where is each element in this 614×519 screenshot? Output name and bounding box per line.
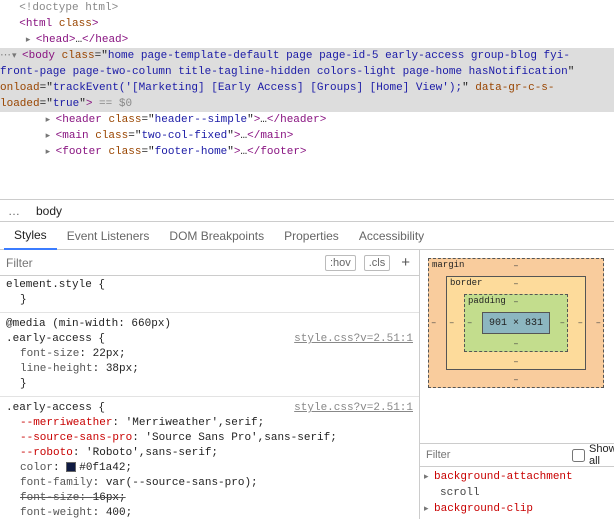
expand-arrow-icon[interactable] [12,48,22,64]
dom-line-header[interactable]: <header class="header--simple">…</header… [0,112,614,128]
show-all-checkbox[interactable] [572,449,585,462]
computed-row[interactable]: background-clip [424,501,610,517]
computed-pane: margin –––– border –––– padding –––– 901… [420,250,614,519]
rule-close: } [6,377,413,392]
source-link-2[interactable]: style.css?v=2.51:1 [294,401,413,416]
computed-list: background-attachment scroll background-… [420,467,614,519]
box-model[interactable]: margin –––– border –––– padding –––– 901… [420,250,614,443]
expand-arrow-icon[interactable] [46,144,56,160]
styles-filter-input[interactable] [6,256,317,270]
computed-value: scroll [424,485,610,501]
decl-2a[interactable]: --merriweather: 'Merriweather',serif; [6,416,413,431]
decl-2b[interactable]: --source-sans-pro: 'Source Sans Pro',san… [6,431,413,446]
computed-filter-input[interactable] [426,449,568,461]
expand-arrow-icon[interactable] [46,112,56,128]
dom-line-footer[interactable]: <footer class="footer-home">…</footer> [0,144,614,160]
hov-toggle[interactable]: :hov [325,255,356,271]
decl-2g[interactable]: font-weight: 400; [6,506,413,519]
tab-event-listeners[interactable]: Event Listeners [57,223,160,249]
tab-properties[interactable]: Properties [274,223,349,249]
tab-styles[interactable]: Styles [4,222,57,250]
expand-arrow-icon[interactable] [424,469,434,485]
computed-filter-bar: Show all [420,443,614,467]
breadcrumb: … body [0,200,614,222]
tab-accessibility[interactable]: Accessibility [349,223,434,249]
rule-selector-1[interactable]: .early-access {style.css?v=2.51:1 [6,332,413,347]
breadcrumb-more[interactable]: … [0,204,28,218]
source-link-1[interactable]: style.css?v=2.51:1 [294,332,413,347]
rule-media[interactable]: @media (min-width: 660px) [6,317,413,332]
decl-2f[interactable]: font-size: 16px; [6,491,413,506]
computed-row[interactable]: background-attachment [424,469,610,485]
box-model-content[interactable]: 901 × 831 [482,312,550,334]
rule-selector-2[interactable]: .early-access {style.css?v=2.51:1 [6,401,413,416]
expand-arrow-icon[interactable] [46,128,56,144]
new-style-rule-button[interactable]: + [398,254,413,271]
expand-arrow-icon[interactable] [26,32,36,48]
styles-pane: :hov .cls + element.style { } @media (mi… [0,250,420,519]
decl-2d[interactable]: color: #0f1a42; [6,461,413,476]
styles-tabs: Styles Event Listeners DOM Breakpoints P… [0,222,614,250]
dom-line-main[interactable]: <main class="two-col-fixed">…</main> [0,128,614,144]
rule-close: } [6,293,413,308]
decl-2e[interactable]: font-family: var(--source-sans-pro); [6,476,413,491]
dom-line-head[interactable]: <head>…</head> [0,32,614,48]
breadcrumb-body[interactable]: body [28,202,71,220]
dom-line-body-selected[interactable]: ⋯<body class="home page-template-default… [0,48,614,112]
styles-filter-bar: :hov .cls + [0,250,419,276]
decl-2c[interactable]: --roboto: 'Roboto',sans-serif; [6,446,413,461]
dom-line-html[interactable]: <html class> [0,16,614,32]
tab-dom-breakpoints[interactable]: DOM Breakpoints [159,223,274,249]
decl-1a[interactable]: font-size: 22px; [6,347,413,362]
dom-tree-panel: <!doctype html> <html class> <head>…</he… [0,0,614,200]
expand-arrow-icon[interactable] [424,501,434,517]
rule-element-style[interactable]: element.style { [6,278,413,293]
style-rules: element.style { } @media (min-width: 660… [0,276,419,519]
cls-toggle[interactable]: .cls [364,255,391,271]
decl-1b[interactable]: line-height: 38px; [6,362,413,377]
lower-panels: :hov .cls + element.style { } @media (mi… [0,250,614,519]
dom-line-doctype[interactable]: <!doctype html> [0,0,614,16]
color-swatch-icon[interactable] [66,462,76,472]
show-all-label: Show all [589,443,614,467]
